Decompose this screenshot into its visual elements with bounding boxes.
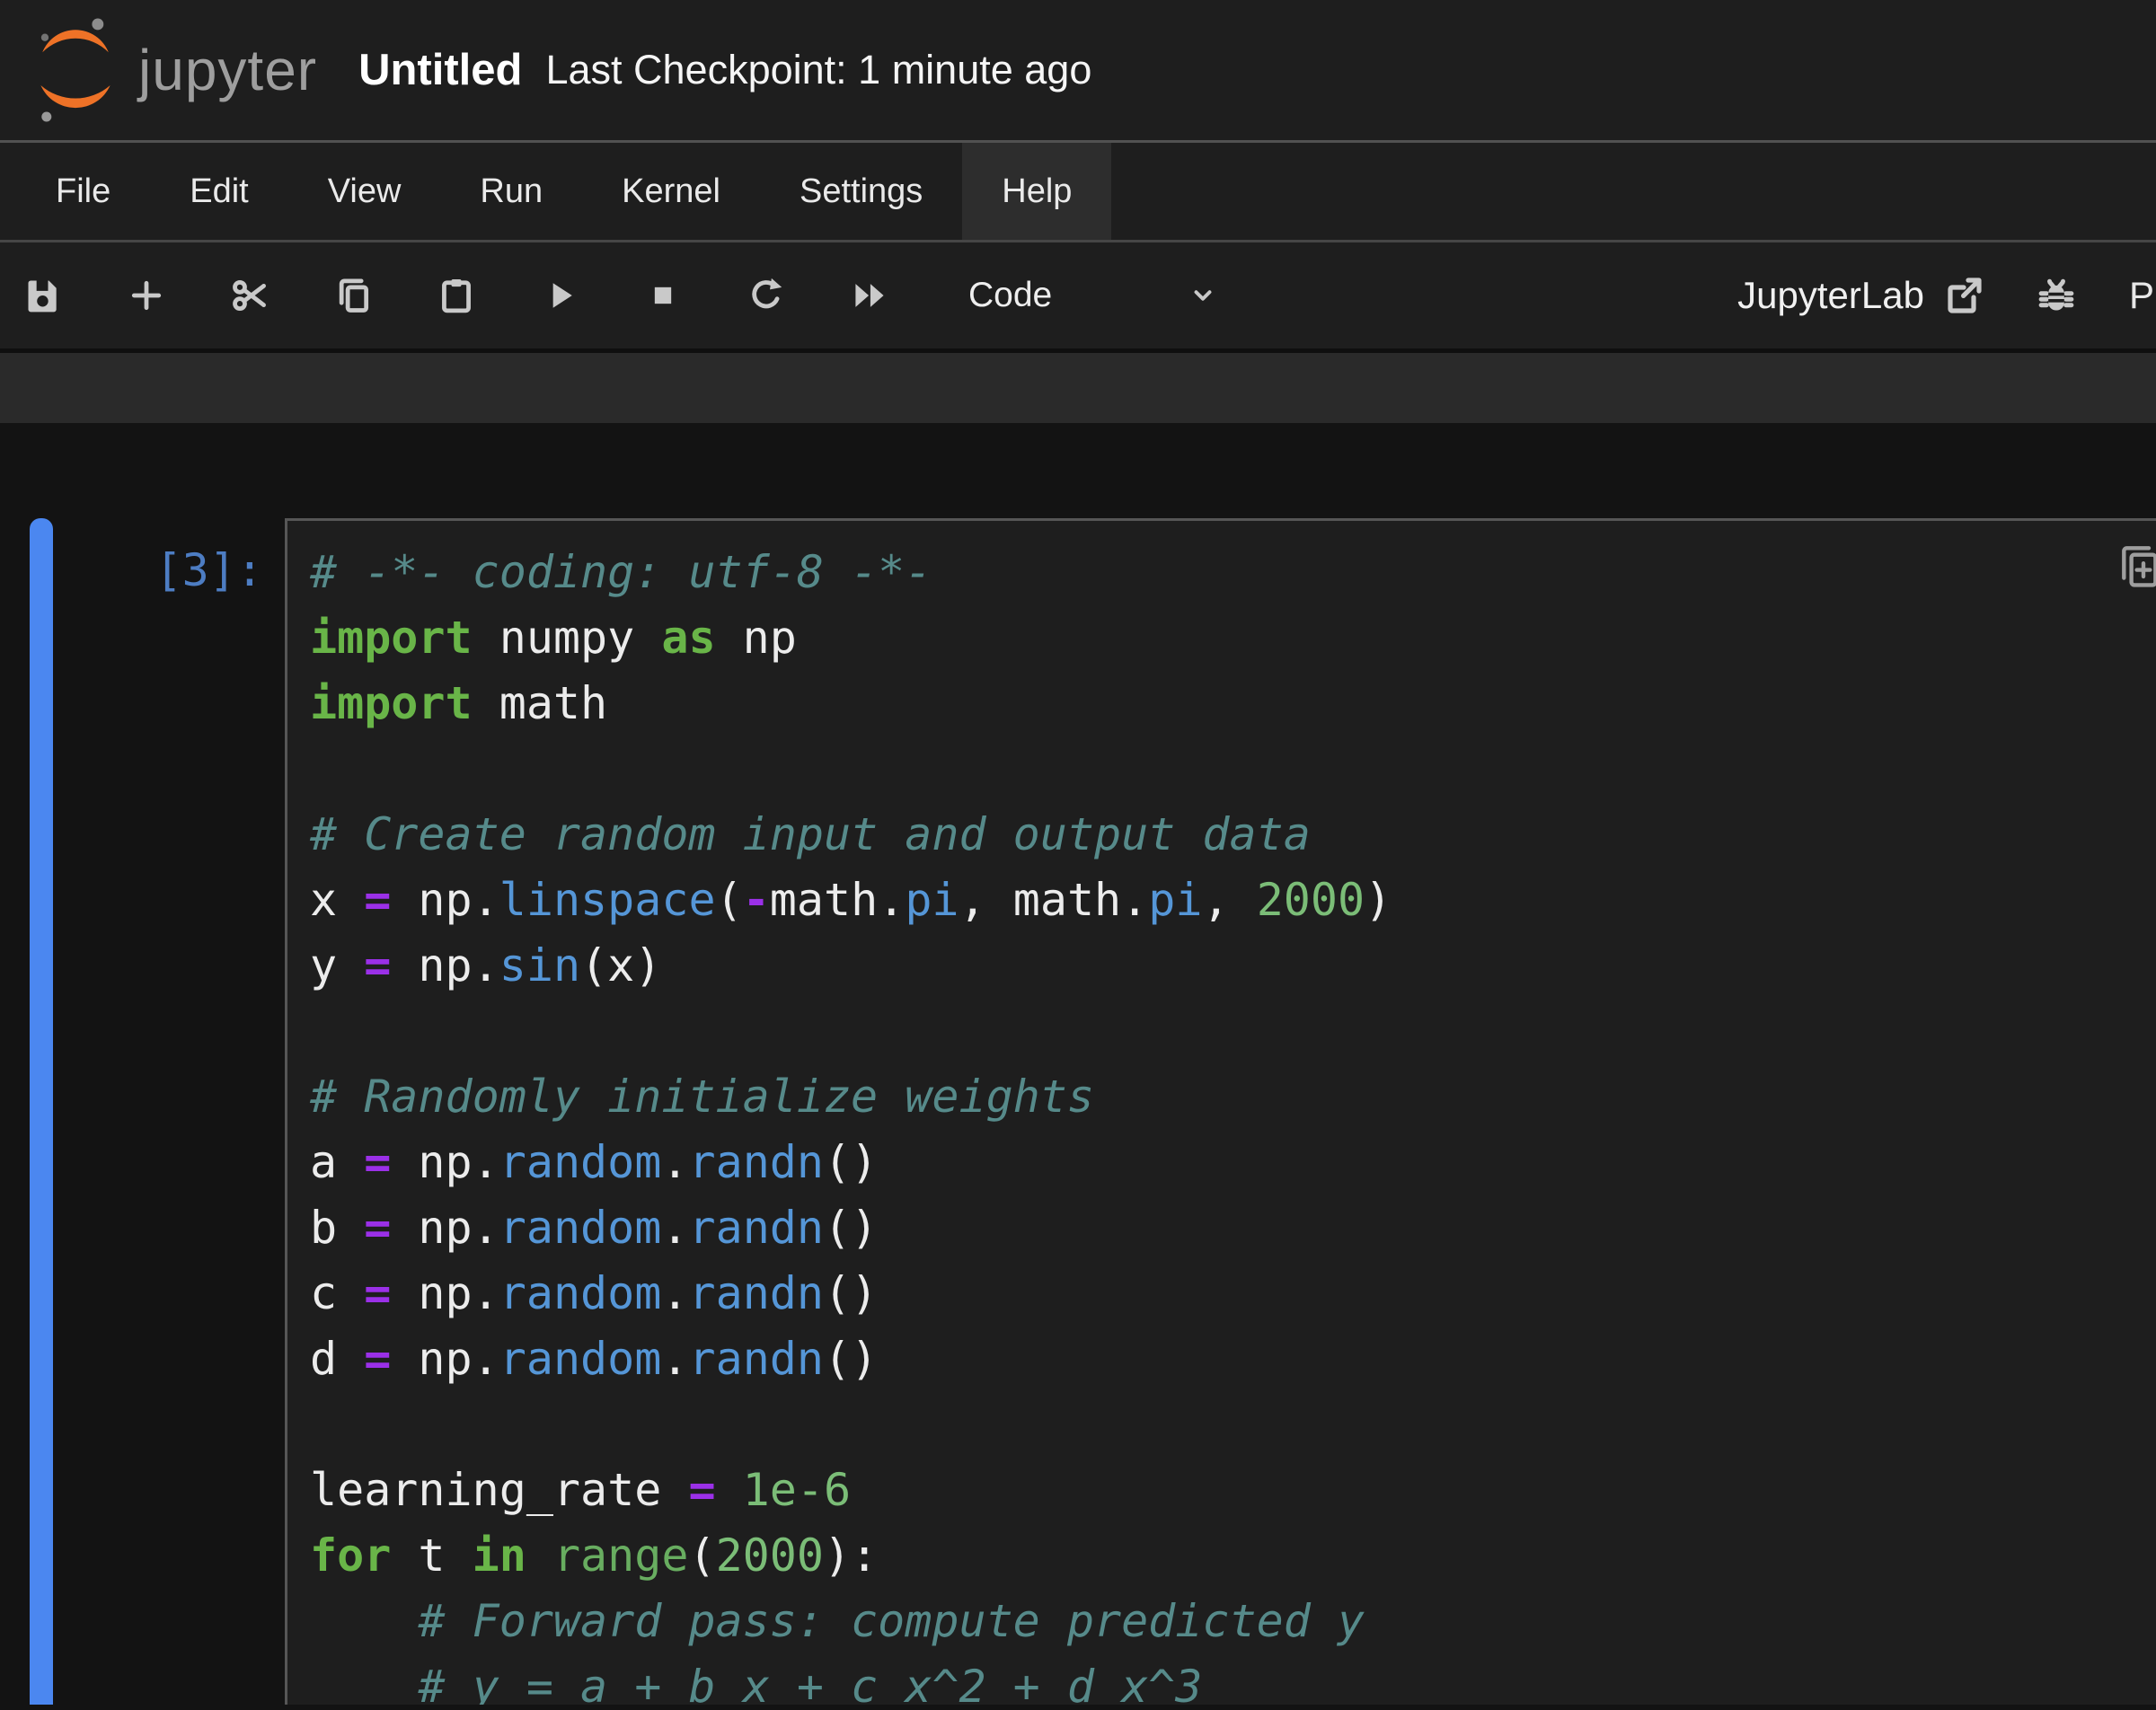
code-line[interactable]: # Forward pass: compute predicted y [310,1589,2156,1654]
code-line[interactable]: d = np.random.randn() [310,1327,2156,1392]
toolbar: Code JupyterLab P [0,242,2156,348]
code-line[interactable]: # -*- coding: utf-8 -*- [310,540,2156,605]
checkpoint-status: Last Checkpoint: 1 minute ago [545,47,1091,93]
add-cell-icon[interactable] [127,276,166,315]
code-line[interactable]: # Randomly initialize weights [310,1064,2156,1130]
code-line[interactable]: import math [310,671,2156,736]
cell-type-value: Code [968,276,1052,315]
menu-item-settings[interactable]: Settings [760,143,962,240]
code-line[interactable]: x = np.linspace(-math.pi, math.pi, 2000) [310,868,2156,933]
duplicate-cell-icon[interactable] [2111,541,2156,595]
paste-cell-icon[interactable] [437,276,476,315]
restart-kernel-icon[interactable] [747,276,786,315]
menu-bar: FileEditViewRunKernelSettingsHelp [0,143,2156,242]
menu-item-kernel[interactable]: Kernel [582,143,760,240]
code-line[interactable]: # y = a + b x + c x^2 + d x^3 [310,1654,2156,1705]
run-all-icon[interactable] [850,276,889,315]
menu-item-run[interactable]: Run [440,143,582,240]
menu-item-help[interactable]: Help [962,143,1111,240]
menu-item-file[interactable]: File [16,143,150,240]
code-lines[interactable]: # -*- coding: utf-8 -*-import numpy as n… [287,521,2156,1705]
code-line[interactable]: learning_rate = 1e-6 [310,1458,2156,1523]
menu-item-edit[interactable]: Edit [150,143,287,240]
notebook-area: [3]: # -*- coding: utf-8 -*-import numpy… [0,423,2156,1705]
copy-cell-icon[interactable] [333,276,373,315]
code-line[interactable]: for t in range(2000): [310,1523,2156,1589]
selected-cell-indicator[interactable] [30,518,53,1705]
code-line[interactable]: c = np.random.randn() [310,1261,2156,1327]
code-line[interactable]: y = np.sin(x) [310,933,2156,999]
code-cell[interactable]: # -*- coding: utf-8 -*-import numpy as n… [285,518,2156,1705]
code-line[interactable]: import numpy as np [310,605,2156,671]
jupyterlab-link[interactable]: JupyterLab [1737,274,1924,317]
code-line[interactable]: # Create random input and output data [310,802,2156,868]
code-line[interactable]: b = np.random.randn() [310,1195,2156,1261]
execution-count-prompt: [3]: [0,538,263,604]
save-icon[interactable] [23,276,63,315]
code-line[interactable] [310,736,2156,802]
notebook-title[interactable]: Untitled [358,45,522,95]
jupyter-brand-text: jupyter [138,37,317,103]
code-line[interactable]: a = np.random.randn() [310,1130,2156,1195]
toolbar-right: JupyterLab P [1737,274,2156,317]
interrupt-kernel-icon[interactable] [643,276,683,315]
menu-item-view[interactable]: View [288,143,441,240]
notebook-panel-strip [0,353,2156,423]
run-cell-icon[interactable] [540,276,579,315]
cut-cell-icon[interactable] [230,276,270,315]
chevron-down-icon [1187,279,1219,312]
cell-type-dropdown[interactable]: Code [968,276,1219,315]
header: jupyter Untitled Last Checkpoint: 1 minu… [0,0,2156,143]
external-link-icon[interactable] [1942,274,1985,317]
kernel-name-label[interactable]: P [2129,274,2154,317]
jupyter-notebook-app: jupyter Untitled Last Checkpoint: 1 minu… [0,0,2156,1710]
jupyter-logo-icon[interactable] [34,13,117,128]
code-line[interactable] [310,1392,2156,1458]
code-line[interactable] [310,999,2156,1064]
debugger-bug-icon[interactable] [2036,275,2077,316]
